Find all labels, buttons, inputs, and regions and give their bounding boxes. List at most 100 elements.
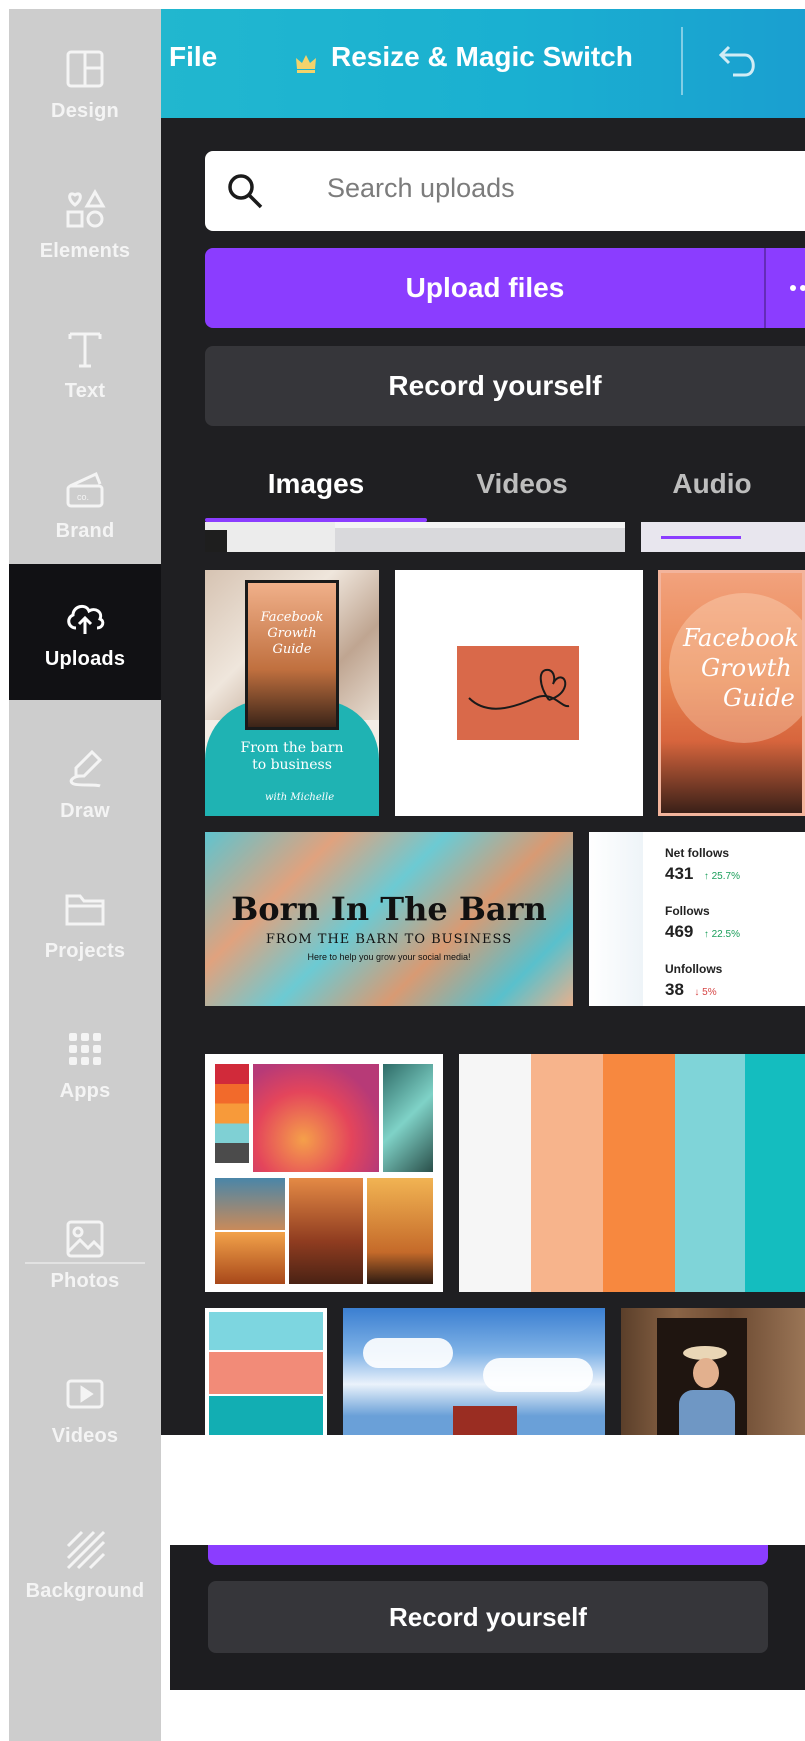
upload-thumbnail-facebook-guide-collage[interactable]: Facebook Growth Guide From the barn to b… bbox=[205, 570, 379, 816]
thumbnail-part: Facebook Growth Guide bbox=[683, 623, 802, 713]
upload-thumbnail-small-palette[interactable] bbox=[205, 1308, 327, 1435]
upload-files-label: Upload files bbox=[405, 272, 565, 303]
header-divider bbox=[681, 27, 683, 95]
image-icon bbox=[66, 1220, 104, 1257]
sidebar-label-projects: Projects bbox=[44, 939, 126, 962]
sidebar-item-brand[interactable]: co. Brand bbox=[9, 429, 161, 579]
thumbnail-part bbox=[679, 1390, 735, 1435]
sidebar-item-apps[interactable]: Apps bbox=[9, 989, 161, 1139]
thumbnail-part bbox=[335, 522, 625, 528]
uploads-panel: Search uploads Upload files Record yours… bbox=[161, 118, 805, 1435]
text-icon bbox=[68, 332, 102, 367]
banner-title: Born In The Barn bbox=[231, 890, 547, 928]
stat-label: Net follows bbox=[665, 846, 730, 860]
sidebar-item-photos[interactable]: Photos bbox=[9, 1179, 161, 1329]
stat-net-follows: Net follows 431 ↑ 25.7% bbox=[665, 846, 740, 884]
palette-swatch bbox=[603, 1054, 675, 1292]
upload-thumbnail-cowgirl[interactable] bbox=[621, 1308, 805, 1435]
file-menu[interactable]: File bbox=[169, 41, 217, 73]
search-icon bbox=[228, 174, 263, 209]
sidebar: Design Elements Text co. Brand Uploads D… bbox=[9, 9, 161, 1741]
stat-value: 431 bbox=[665, 864, 694, 883]
sidebar-label-uploads: Uploads bbox=[44, 647, 126, 670]
svg-text:co.: co. bbox=[77, 492, 89, 502]
sidebar-label-videos: Videos bbox=[51, 1424, 119, 1447]
upload-thumbnail-color-palette[interactable] bbox=[459, 1054, 805, 1292]
thumbnail-part bbox=[693, 1358, 719, 1388]
crown-icon bbox=[296, 55, 316, 73]
more-options-icon[interactable] bbox=[789, 278, 805, 298]
tab-videos[interactable]: Videos bbox=[427, 448, 617, 520]
palette-swatch bbox=[209, 1312, 323, 1350]
guide-large-line3: Guide bbox=[723, 684, 795, 712]
stat-change: ↑ 22.5% bbox=[703, 929, 740, 940]
upload-thumbnail-screenshot-2[interactable] bbox=[641, 522, 805, 552]
record-yourself-button-lower[interactable]: Record yourself bbox=[208, 1581, 768, 1653]
upload-thumbnail-follower-stats[interactable]: Net follows 431 ↑ 25.7% Follows 469 ↑ 22… bbox=[589, 832, 805, 1006]
stat-label: Unfollows bbox=[665, 962, 723, 976]
undo-icon[interactable] bbox=[717, 41, 761, 81]
stat-value: 469 bbox=[665, 922, 694, 941]
thumbnail-part bbox=[215, 1178, 285, 1230]
layout-icon bbox=[66, 50, 104, 87]
media-tabs: Images Videos Audio bbox=[205, 448, 805, 522]
guide-small-line1: Facebook bbox=[260, 610, 324, 625]
sidebar-label-brand: Brand bbox=[55, 519, 115, 542]
guide-small-line3: Guide bbox=[272, 642, 312, 657]
sidebar-label-apps: Apps bbox=[59, 1079, 111, 1102]
thumbnail-part bbox=[661, 536, 741, 539]
thumbnail-part bbox=[367, 1178, 433, 1284]
search-box[interactable]: Search uploads bbox=[205, 151, 805, 231]
thumbnail-part bbox=[589, 832, 643, 1006]
guide-small-caption2: to business bbox=[252, 757, 332, 773]
upload-files-button-fragment[interactable] bbox=[208, 1545, 768, 1565]
thumbnail-part bbox=[363, 1338, 453, 1368]
upload-thumbnail-facebook-guide[interactable]: Facebook Growth Guide bbox=[658, 570, 805, 816]
record-yourself-button[interactable]: Record yourself bbox=[205, 346, 805, 426]
shapes-icon bbox=[66, 188, 106, 227]
upload-files-button[interactable]: Upload files bbox=[205, 248, 805, 328]
sidebar-item-draw[interactable]: Draw bbox=[9, 709, 161, 859]
thumbnail-part bbox=[215, 1064, 249, 1174]
thumbnail-part bbox=[215, 1232, 285, 1284]
tab-images[interactable]: Images bbox=[205, 448, 427, 520]
upload-thumbnail-born-in-the-barn[interactable]: Born In The Barn FROM THE BARN TO BUSINE… bbox=[205, 832, 573, 1006]
upload-thumbnail-moodboard[interactable] bbox=[205, 1054, 443, 1292]
folder-icon bbox=[65, 894, 105, 925]
banner-tagline: Here to help you grow your social media! bbox=[307, 952, 471, 962]
guide-small-line2: Growth bbox=[267, 626, 317, 641]
sidebar-item-videos[interactable]: Videos bbox=[9, 1334, 161, 1484]
sidebar-label-photos: Photos bbox=[50, 1269, 120, 1292]
palette-swatch bbox=[675, 1054, 745, 1292]
sidebar-item-text[interactable]: Text bbox=[9, 289, 161, 439]
palette-swatch bbox=[745, 1054, 805, 1292]
sidebar-item-design[interactable]: Design bbox=[9, 9, 161, 159]
sidebar-label-draw: Draw bbox=[60, 799, 110, 822]
upload-thumbnail-barn-sky[interactable] bbox=[343, 1308, 605, 1435]
stat-value: 38 bbox=[665, 980, 684, 999]
stat-change: ↑ 25.7% bbox=[703, 871, 740, 882]
thumbnail-part bbox=[253, 1064, 379, 1172]
stat-change: ↓ 5% bbox=[694, 987, 717, 998]
cloud-upload-icon bbox=[67, 604, 105, 634]
sidebar-item-projects[interactable]: Projects bbox=[9, 849, 161, 999]
stat-unfollows: Unfollows 38 ↓ 5% bbox=[665, 962, 722, 1000]
sidebar-item-uploads[interactable]: Uploads bbox=[9, 564, 161, 700]
guide-large-line2: Growth bbox=[701, 654, 792, 682]
guide-large-line1: Facebook bbox=[683, 624, 799, 652]
brand-icon: co. bbox=[66, 471, 104, 507]
upload-thumbnail-heart-logo[interactable] bbox=[395, 570, 643, 816]
resize-magic-switch-button[interactable]: Resize & Magic Switch bbox=[331, 41, 633, 73]
palette-swatch bbox=[209, 1352, 323, 1394]
palette-swatch bbox=[459, 1054, 531, 1292]
upload-thumbnail-screenshot[interactable] bbox=[205, 522, 625, 552]
lower-panel: Record yourself bbox=[170, 1545, 805, 1690]
tab-audio[interactable]: Audio bbox=[617, 448, 805, 520]
sidebar-item-elements[interactable]: Elements bbox=[9, 149, 161, 299]
sidebar-item-background[interactable]: Background bbox=[9, 1489, 161, 1639]
thumbnail-part bbox=[453, 1406, 517, 1435]
guide-small-caption1: From the barn bbox=[240, 740, 344, 756]
search-input[interactable]: Search uploads bbox=[327, 173, 515, 204]
apps-grid-icon bbox=[69, 1032, 101, 1065]
video-icon bbox=[66, 1379, 104, 1408]
